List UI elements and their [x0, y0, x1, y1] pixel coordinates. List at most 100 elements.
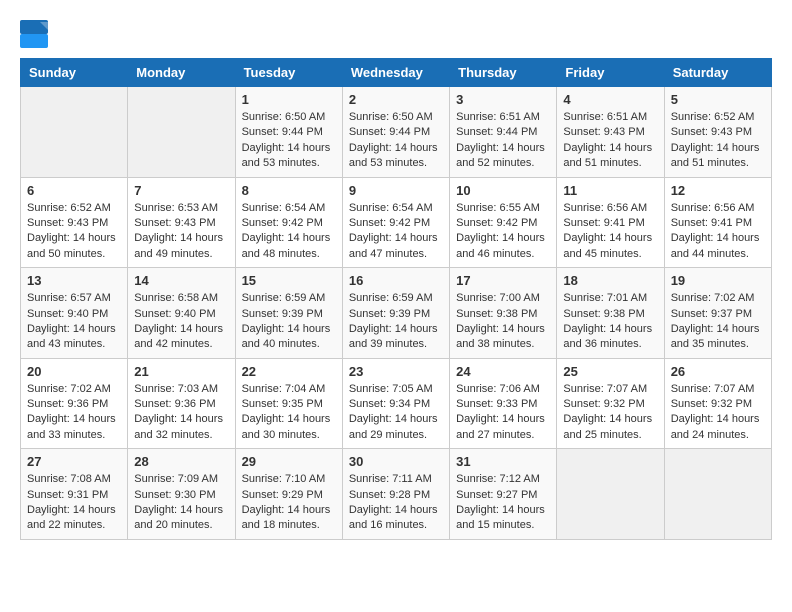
day-number: 20	[27, 364, 121, 379]
calendar-cell: 22 Sunrise: 7:04 AMSunset: 9:35 PMDayligh…	[235, 358, 342, 449]
cell-content: Sunrise: 6:51 AMSunset: 9:43 PMDaylight:…	[563, 110, 657, 172]
day-number: 8	[242, 183, 336, 198]
column-header-monday: Monday	[128, 59, 235, 87]
calendar-cell: 6 Sunrise: 6:52 AMSunset: 9:43 PMDaylight…	[21, 177, 128, 268]
calendar-cell: 24 Sunrise: 7:06 AMSunset: 9:33 PMDayligh…	[450, 358, 557, 449]
day-number: 1	[242, 92, 336, 107]
day-number: 11	[563, 183, 657, 198]
cell-content: Sunrise: 6:59 AMSunset: 9:39 PMDaylight:…	[349, 291, 443, 353]
day-number: 6	[27, 183, 121, 198]
day-number: 18	[563, 273, 657, 288]
day-number: 23	[349, 364, 443, 379]
calendar-cell	[21, 87, 128, 178]
calendar-cell: 27 Sunrise: 7:08 AMSunset: 9:31 PMDayligh…	[21, 449, 128, 540]
day-number: 10	[456, 183, 550, 198]
page-header	[20, 20, 772, 48]
calendar-cell: 29Sunrise: 7:10 AMSunset: 9:29 PMDayligh…	[235, 449, 342, 540]
column-header-friday: Friday	[557, 59, 664, 87]
calendar-cell: 16 Sunrise: 6:59 AMSunset: 9:39 PMDayligh…	[342, 268, 449, 359]
cell-content: Sunrise: 6:56 AMSunset: 9:41 PMDaylight:…	[671, 201, 765, 263]
cell-content: Sunrise: 7:00 AMSunset: 9:38 PMDaylight:…	[456, 291, 550, 353]
calendar-cell: 10 Sunrise: 6:55 AMSunset: 9:42 PMDayligh…	[450, 177, 557, 268]
cell-content: Sunrise: 6:59 AMSunset: 9:39 PMDaylight:…	[242, 291, 336, 353]
cell-content: Sunrise: 7:03 AMSunset: 9:36 PMDaylight:…	[134, 382, 228, 444]
cell-content: Sunrise: 6:58 AMSunset: 9:40 PMDaylight:…	[134, 291, 228, 353]
day-number: 26	[671, 364, 765, 379]
calendar-cell: 31 Sunrise: 7:12 AMSunset: 9:27 PMDayligh…	[450, 449, 557, 540]
day-number: 27	[27, 454, 121, 469]
cell-content: Sunrise: 6:50 AMSunset: 9:44 PMDaylight:…	[242, 110, 336, 172]
day-number: 15	[242, 273, 336, 288]
day-number: 3	[456, 92, 550, 107]
day-number: 30	[349, 454, 443, 469]
calendar-cell: 25 Sunrise: 7:07 AMSunset: 9:32 PMDayligh…	[557, 358, 664, 449]
day-number: 14	[134, 273, 228, 288]
cell-content: Sunrise: 7:09 AMSunset: 9:30 PMDaylight:…	[134, 472, 228, 534]
day-number: 19	[671, 273, 765, 288]
day-number: 25	[563, 364, 657, 379]
calendar-cell: 9 Sunrise: 6:54 AMSunset: 9:42 PMDaylight…	[342, 177, 449, 268]
cell-content: Sunrise: 7:11 AMSunset: 9:28 PMDaylight:…	[349, 472, 443, 534]
calendar-cell: 12Sunrise: 6:56 AMSunset: 9:41 PMDayligh…	[664, 177, 771, 268]
column-header-wednesday: Wednesday	[342, 59, 449, 87]
cell-content: Sunrise: 6:50 AMSunset: 9:44 PMDaylight:…	[349, 110, 443, 172]
column-header-sunday: Sunday	[21, 59, 128, 87]
column-header-thursday: Thursday	[450, 59, 557, 87]
logo	[20, 20, 52, 48]
day-number: 17	[456, 273, 550, 288]
day-number: 31	[456, 454, 550, 469]
cell-content: Sunrise: 6:54 AMSunset: 9:42 PMDaylight:…	[349, 201, 443, 263]
cell-content: Sunrise: 7:07 AMSunset: 9:32 PMDaylight:…	[563, 382, 657, 444]
calendar-week-row: 6 Sunrise: 6:52 AMSunset: 9:43 PMDaylight…	[21, 177, 772, 268]
day-number: 28	[134, 454, 228, 469]
calendar-cell: 21 Sunrise: 7:03 AMSunset: 9:36 PMDayligh…	[128, 358, 235, 449]
calendar-cell: 23 Sunrise: 7:05 AMSunset: 9:34 PMDayligh…	[342, 358, 449, 449]
cell-content: Sunrise: 7:02 AMSunset: 9:36 PMDaylight:…	[27, 382, 121, 444]
day-number: 21	[134, 364, 228, 379]
cell-content: Sunrise: 6:52 AMSunset: 9:43 PMDaylight:…	[27, 201, 121, 263]
cell-content: Sunrise: 6:52 AMSunset: 9:43 PMDaylight:…	[671, 110, 765, 172]
calendar-cell: 17 Sunrise: 7:00 AMSunset: 9:38 PMDayligh…	[450, 268, 557, 359]
calendar-cell: 18 Sunrise: 7:01 AMSunset: 9:38 PMDayligh…	[557, 268, 664, 359]
column-header-tuesday: Tuesday	[235, 59, 342, 87]
cell-content: Sunrise: 7:05 AMSunset: 9:34 PMDaylight:…	[349, 382, 443, 444]
calendar-cell: 30 Sunrise: 7:11 AMSunset: 9:28 PMDayligh…	[342, 449, 449, 540]
cell-content: Sunrise: 7:08 AMSunset: 9:31 PMDaylight:…	[27, 472, 121, 534]
calendar-cell: 3 Sunrise: 6:51 AMSunset: 9:44 PMDaylight…	[450, 87, 557, 178]
day-number: 7	[134, 183, 228, 198]
calendar-week-row: 13 Sunrise: 6:57 AMSunset: 9:40 PMDayligh…	[21, 268, 772, 359]
calendar-week-row: 1 Sunrise: 6:50 AMSunset: 9:44 PMDaylight…	[21, 87, 772, 178]
calendar-week-row: 27 Sunrise: 7:08 AMSunset: 9:31 PMDayligh…	[21, 449, 772, 540]
calendar-cell: 20 Sunrise: 7:02 AMSunset: 9:36 PMDayligh…	[21, 358, 128, 449]
day-number: 13	[27, 273, 121, 288]
cell-content: Sunrise: 6:57 AMSunset: 9:40 PMDaylight:…	[27, 291, 121, 353]
day-number: 22	[242, 364, 336, 379]
calendar-header-row: SundayMondayTuesdayWednesdayThursdayFrid…	[21, 59, 772, 87]
day-number: 5	[671, 92, 765, 107]
calendar-cell: 28 Sunrise: 7:09 AMSunset: 9:30 PMDayligh…	[128, 449, 235, 540]
calendar-cell: 14 Sunrise: 6:58 AMSunset: 9:40 PMDayligh…	[128, 268, 235, 359]
calendar-cell: 7 Sunrise: 6:53 AMSunset: 9:43 PMDaylight…	[128, 177, 235, 268]
cell-content: Sunrise: 7:06 AMSunset: 9:33 PMDaylight:…	[456, 382, 550, 444]
logo-icon	[20, 20, 48, 48]
cell-content: Sunrise: 7:12 AMSunset: 9:27 PMDaylight:…	[456, 472, 550, 534]
cell-content: Sunrise: 6:53 AMSunset: 9:43 PMDaylight:…	[134, 201, 228, 263]
cell-content: Sunrise: 7:02 AMSunset: 9:37 PMDaylight:…	[671, 291, 765, 353]
cell-content: Sunrise: 7:04 AMSunset: 9:35 PMDaylight:…	[242, 382, 336, 444]
calendar-cell: 8Sunrise: 6:54 AMSunset: 9:42 PMDaylight…	[235, 177, 342, 268]
cell-content: Sunrise: 7:01 AMSunset: 9:38 PMDaylight:…	[563, 291, 657, 353]
day-number: 9	[349, 183, 443, 198]
column-header-saturday: Saturday	[664, 59, 771, 87]
cell-content: Sunrise: 6:51 AMSunset: 9:44 PMDaylight:…	[456, 110, 550, 172]
day-number: 16	[349, 273, 443, 288]
day-number: 2	[349, 92, 443, 107]
day-number: 24	[456, 364, 550, 379]
calendar-week-row: 20 Sunrise: 7:02 AMSunset: 9:36 PMDayligh…	[21, 358, 772, 449]
calendar-cell: 1 Sunrise: 6:50 AMSunset: 9:44 PMDaylight…	[235, 87, 342, 178]
cell-content: Sunrise: 6:55 AMSunset: 9:42 PMDaylight:…	[456, 201, 550, 263]
calendar-cell: 5 Sunrise: 6:52 AMSunset: 9:43 PMDaylight…	[664, 87, 771, 178]
calendar-cell	[128, 87, 235, 178]
day-number: 29	[242, 454, 336, 469]
calendar-cell: 13 Sunrise: 6:57 AMSunset: 9:40 PMDayligh…	[21, 268, 128, 359]
calendar-table: SundayMondayTuesdayWednesdayThursdayFrid…	[20, 58, 772, 540]
